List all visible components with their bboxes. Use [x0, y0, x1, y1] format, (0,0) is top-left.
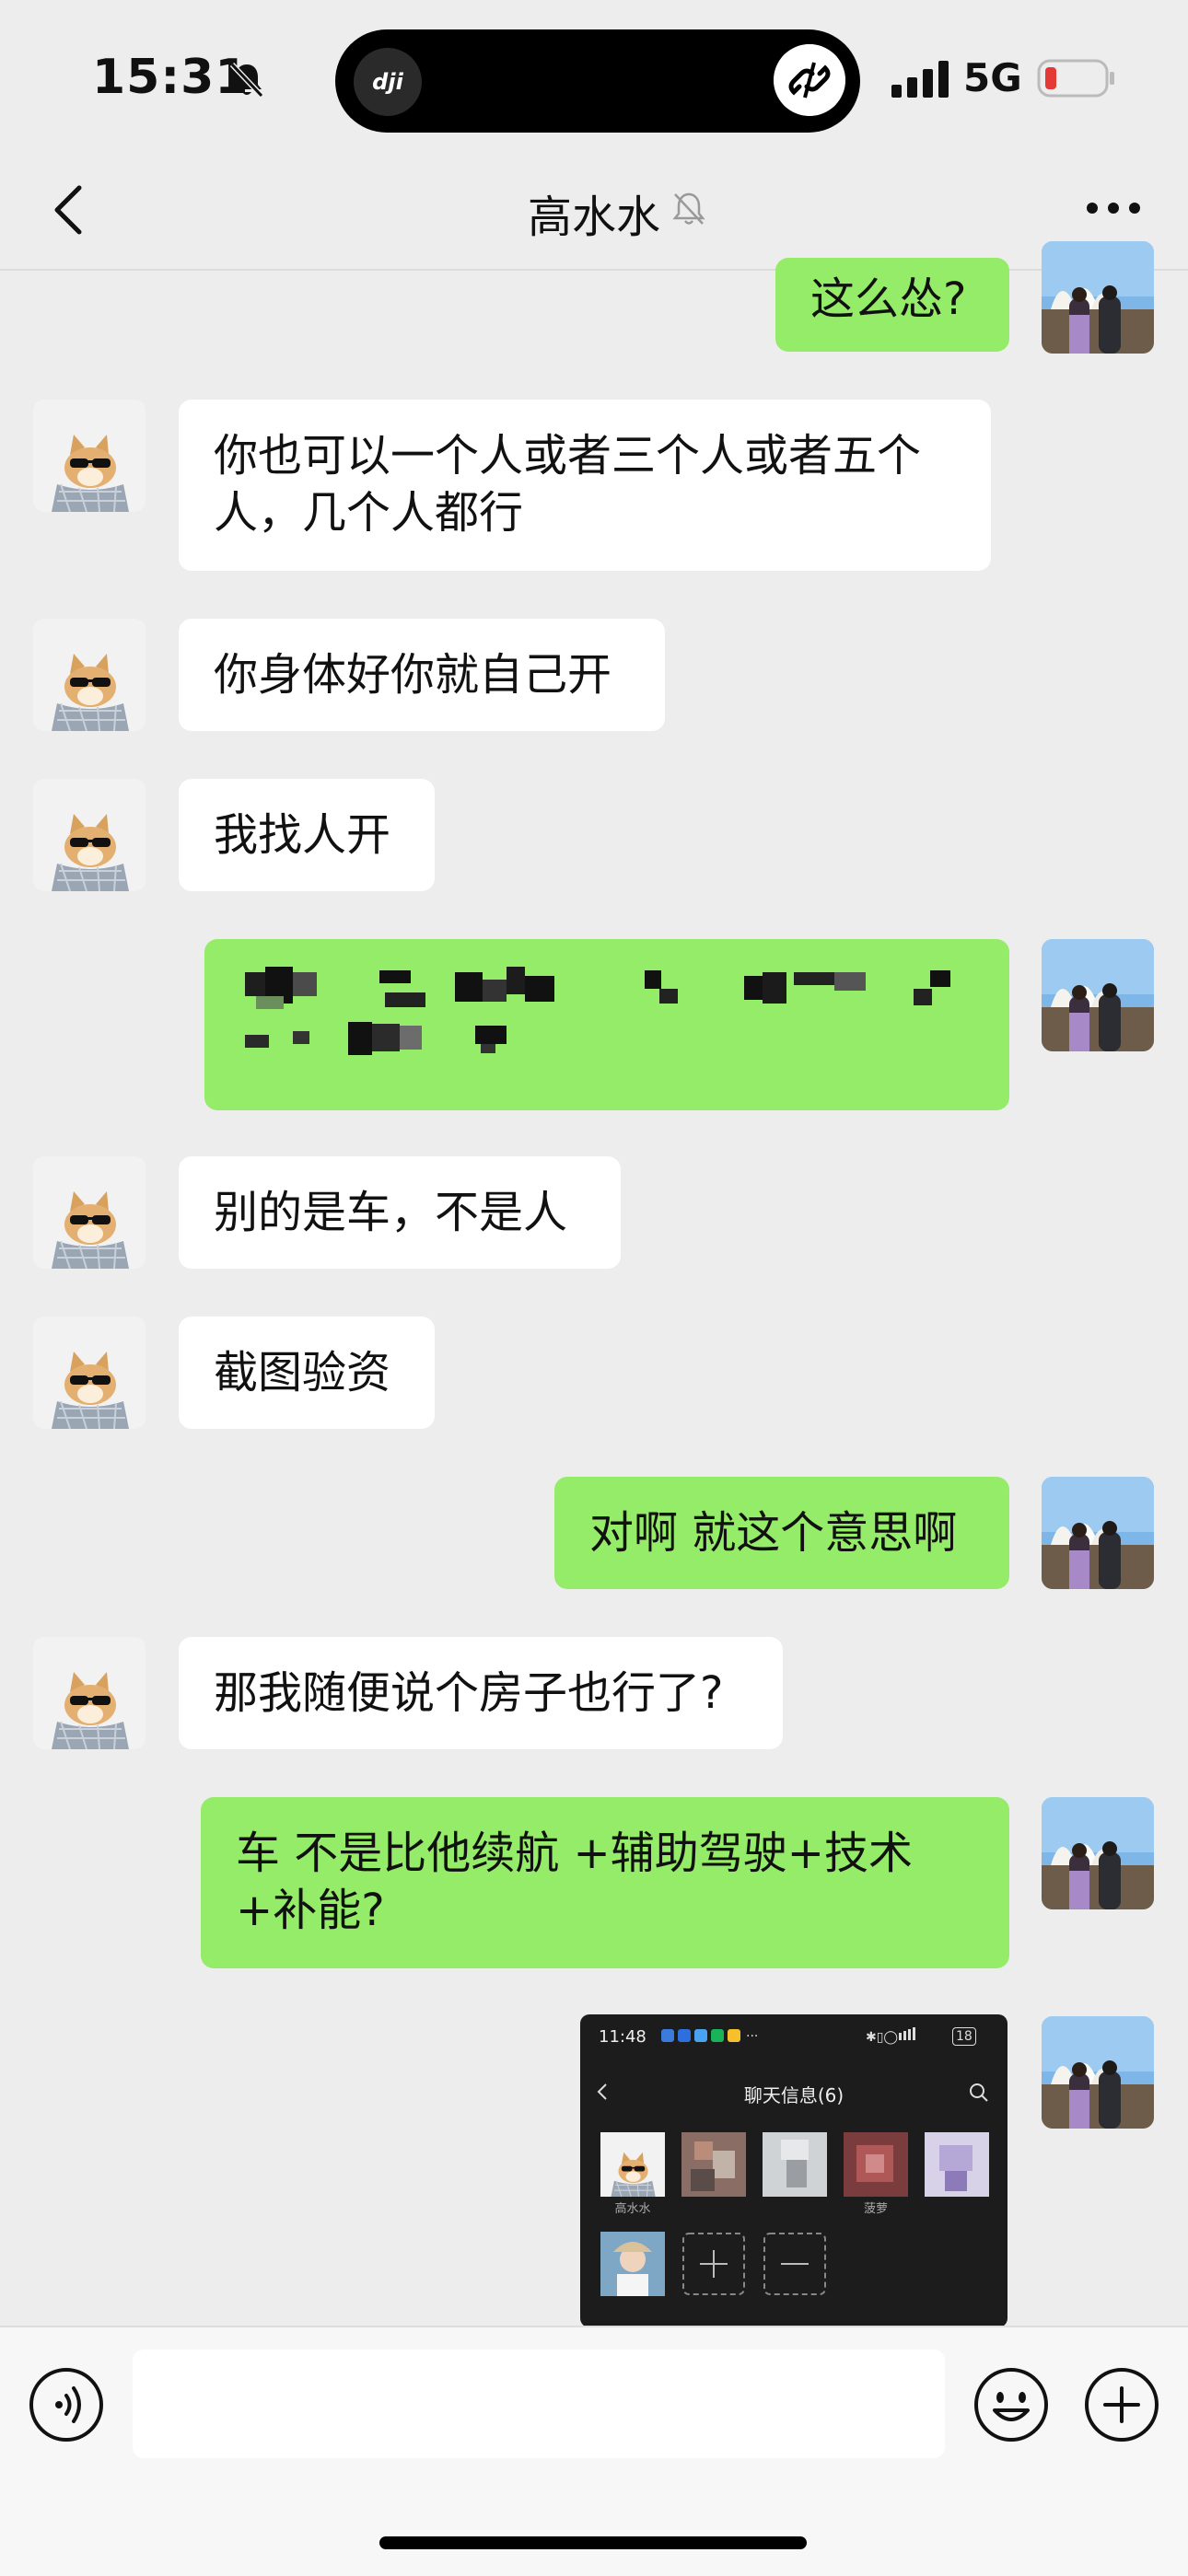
outgoing-message[interactable]: 这么怂?: [775, 258, 1009, 352]
incoming-message[interactable]: 别的是车，不是人: [179, 1156, 621, 1269]
message-text: 这么怂?: [810, 273, 967, 325]
status-time: 15:31: [92, 50, 250, 105]
screenshot-member-avatar: [681, 2132, 746, 2197]
chat-title: 高水水: [527, 191, 660, 243]
incoming-message[interactable]: 我找人开: [179, 779, 435, 891]
contact-avatar[interactable]: [33, 1637, 146, 1749]
shared-screenshot-image[interactable]: 11:48 ··· ✱▯◯ 18 聊天信息(6) 高水水 菠萝: [580, 2014, 1007, 2327]
contact-avatar[interactable]: [33, 779, 146, 891]
my-avatar[interactable]: [1042, 1797, 1154, 1909]
home-indicator: [379, 2536, 807, 2549]
message-text: 你身体好你就自己开: [214, 649, 612, 701]
message-text: 截图验资: [214, 1347, 391, 1398]
voice-input-icon[interactable]: [28, 2366, 105, 2443]
message-text: 别的是车，不是人: [214, 1187, 568, 1238]
signal-strength-icon: [891, 61, 949, 98]
message-text: 对啊 就这个意思啊: [589, 1507, 958, 1559]
screenshot-add-member-icon: [682, 2233, 745, 2295]
screenshot-member-avatar: [844, 2132, 908, 2197]
incoming-message[interactable]: 那我随便说个房子也行了?: [179, 1637, 783, 1749]
broken-link-icon: [774, 44, 845, 116]
message-text: 你也可以一个人或者三个人或者五个人，几个人都行: [214, 430, 922, 539]
my-avatar[interactable]: [1042, 2016, 1154, 2129]
message-text: 那我随便说个房子也行了?: [214, 1667, 724, 1719]
my-avatar[interactable]: [1042, 939, 1154, 1051]
screenshot-battery: 18: [952, 2027, 976, 2046]
my-avatar[interactable]: [1042, 241, 1154, 354]
mute-bell-icon: [229, 62, 264, 99]
muted-notification-icon: [672, 192, 705, 225]
network-type: 5G: [963, 55, 1022, 100]
outgoing-message[interactable]: 对啊 就这个意思啊: [554, 1477, 1009, 1589]
screenshot-time: 11:48: [599, 2027, 646, 2047]
battery-low-icon: [1037, 59, 1114, 98]
contact-avatar[interactable]: [33, 1317, 146, 1429]
screenshot-member-avatar: [763, 2132, 827, 2197]
contact-avatar[interactable]: [33, 400, 146, 512]
outgoing-message[interactable]: 车 不是比他续航 +辅助驾驶+技术+补能?: [201, 1797, 1009, 1968]
screenshot-status-icons: ✱▯◯: [866, 2027, 915, 2045]
screenshot-app-icons: ···: [661, 2029, 758, 2044]
svg-text:···: ···: [746, 2029, 758, 2044]
outgoing-pixelated-message[interactable]: [204, 939, 1009, 1110]
incoming-message[interactable]: 你身体好你就自己开: [179, 619, 665, 731]
contact-avatar[interactable]: [33, 1156, 146, 1269]
screenshot-member-avatar: [600, 2132, 665, 2197]
svg-text:✱▯◯: ✱▯◯: [866, 2030, 898, 2045]
incoming-message[interactable]: 你也可以一个人或者三个人或者五个人，几个人都行: [179, 400, 991, 571]
screenshot-search-icon: [970, 2083, 988, 2102]
screenshot-member-name: 菠萝: [863, 2202, 888, 2216]
screenshot-title: 聊天信息(6): [743, 2084, 844, 2106]
pixelated-censor-overlay: [238, 967, 950, 1055]
contact-avatar[interactable]: [33, 619, 146, 731]
message-input[interactable]: [133, 2350, 945, 2458]
more-functions-plus-icon[interactable]: [1083, 2366, 1160, 2443]
more-options-icon[interactable]: [1072, 180, 1155, 236]
my-avatar[interactable]: [1042, 1477, 1154, 1589]
screenshot-member-avatar: [600, 2232, 665, 2296]
screenshot-remove-member-icon: [763, 2233, 826, 2295]
message-text: 车 不是比他续航 +辅助驾驶+技术+补能?: [236, 1828, 913, 1936]
screenshot-member-avatar: [925, 2132, 989, 2197]
dji-app-logo: dji: [354, 48, 422, 116]
screenshot-member-name: 高水水: [614, 2202, 651, 2216]
message-text: 我找人开: [214, 809, 391, 861]
incoming-message[interactable]: 截图验资: [179, 1317, 435, 1429]
emoji-icon[interactable]: [973, 2366, 1050, 2443]
